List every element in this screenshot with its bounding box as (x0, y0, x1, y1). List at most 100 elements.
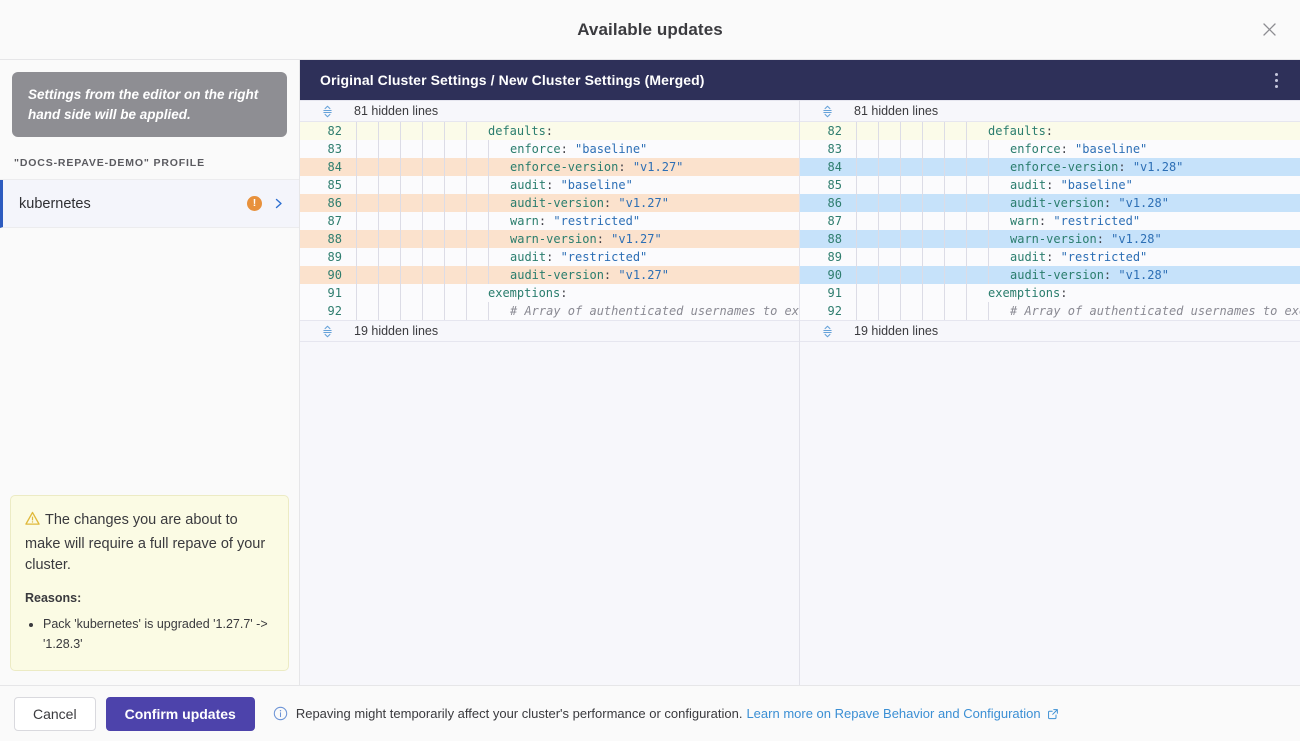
line-number: 83 (800, 140, 854, 158)
code-text: enforce-version: "v1.27" (354, 158, 799, 176)
indent-guide (856, 194, 878, 212)
indent-guide (878, 212, 900, 230)
indent-guide (466, 140, 488, 158)
indent-guide (944, 158, 966, 176)
sidebar-spacer (0, 228, 299, 485)
code-value: "v1.27" (611, 268, 669, 282)
indent-guide (856, 230, 878, 248)
indent-guide (856, 302, 878, 320)
indent-guide (878, 158, 900, 176)
indent-guide (966, 284, 988, 302)
code-line: 86audit-version: "v1.27" (300, 194, 799, 212)
indent-guide (422, 248, 444, 266)
code-punct: : (618, 160, 625, 174)
indent-guide (378, 212, 400, 230)
code-key: audit (1010, 250, 1046, 264)
indent-guide (922, 230, 944, 248)
indent-guide (988, 158, 1010, 176)
indent-guide (444, 158, 466, 176)
unfold-lines-icon (800, 105, 854, 118)
kebab-menu-icon[interactable] (1267, 67, 1286, 94)
indent-guide (378, 284, 400, 302)
line-number: 83 (300, 140, 354, 158)
indent-guide (988, 176, 1010, 194)
diff-panes: 81 hidden lines 82defaults:83enforce: "b… (300, 100, 1300, 685)
repave-warning-text: The changes you are about to make will r… (25, 512, 265, 574)
code-punct: : (1046, 124, 1053, 138)
code-value: "v1.28" (1104, 232, 1162, 246)
indent-guide (466, 284, 488, 302)
diff-viewer: Original Cluster Settings / New Cluster … (300, 60, 1300, 685)
code-text: enforce: "baseline" (354, 140, 799, 158)
indent-guide (488, 248, 510, 266)
indent-guide (378, 230, 400, 248)
indent-guide (900, 212, 922, 230)
fold-row-bottom[interactable]: 19 hidden lines (300, 320, 799, 342)
fold-label: 19 hidden lines (354, 324, 438, 338)
line-number: 92 (300, 302, 354, 320)
fold-row-top[interactable]: 81 hidden lines (300, 100, 799, 122)
indent-guide (944, 212, 966, 230)
indent-guide (400, 122, 422, 140)
confirm-updates-button[interactable]: Confirm updates (106, 697, 255, 731)
line-number: 86 (800, 194, 854, 212)
cancel-button[interactable]: Cancel (14, 697, 96, 731)
indent-guide (378, 194, 400, 212)
indent-guide (900, 194, 922, 212)
repave-warning-title-row: The changes you are about to make will r… (25, 510, 274, 577)
code-block-original[interactable]: 82defaults:83enforce: "baseline"84enforc… (300, 122, 799, 320)
indent-guide (356, 302, 378, 320)
indent-guide (856, 266, 878, 284)
indent-guide (444, 176, 466, 194)
indent-guide (856, 140, 878, 158)
indent-guide (944, 266, 966, 284)
code-line: 84enforce-version: "v1.28" (800, 158, 1300, 176)
code-line: 92# Array of authenticated usernames to … (800, 302, 1300, 320)
fold-label: 81 hidden lines (354, 104, 438, 118)
indent-guide (922, 248, 944, 266)
indent-guide (466, 302, 488, 320)
status-badge: ! (247, 196, 262, 211)
code-line: 91exemptions: (300, 284, 799, 302)
code-value: "baseline" (553, 178, 632, 192)
line-number: 84 (800, 158, 854, 176)
fold-row-bottom[interactable]: 19 hidden lines (800, 320, 1300, 342)
code-line: 83enforce: "baseline" (300, 140, 799, 158)
indent-guide (856, 212, 878, 230)
code-line: 82defaults: (800, 122, 1300, 140)
code-line: 85audit: "baseline" (300, 176, 799, 194)
diff-title: Original Cluster Settings / New Cluster … (320, 72, 1267, 88)
external-link-icon[interactable] (1047, 708, 1059, 720)
indent-guide (988, 266, 1010, 284)
sidebar-item-kubernetes[interactable]: kubernetes ! (0, 180, 299, 228)
repave-warning-panel: The changes you are about to make will r… (10, 495, 289, 671)
code-line: 89audit: "restricted" (800, 248, 1300, 266)
code-punct: : (1097, 232, 1104, 246)
indent-guide (988, 212, 1010, 230)
code-line: 85audit: "baseline" (800, 176, 1300, 194)
close-icon[interactable] (1254, 15, 1284, 45)
repave-docs-link[interactable]: Learn more on Repave Behavior and Config… (746, 706, 1040, 721)
chevron-right-icon[interactable] (272, 197, 285, 210)
line-number: 89 (800, 248, 854, 266)
indent-guide (488, 140, 510, 158)
indent-guide (900, 158, 922, 176)
indent-guide (356, 194, 378, 212)
indent-guide (944, 122, 966, 140)
code-text: # Array of authenticated usernames to ex… (854, 302, 1300, 320)
fold-row-top[interactable]: 81 hidden lines (800, 100, 1300, 122)
indent-guide (400, 230, 422, 248)
code-key: enforce-version (510, 160, 618, 174)
indent-guide (988, 140, 1010, 158)
code-block-merged[interactable]: 82defaults:83enforce: "baseline"84enforc… (800, 122, 1300, 320)
indent-guide (488, 194, 510, 212)
code-text: audit: "baseline" (354, 176, 799, 194)
indent-guide (878, 140, 900, 158)
indent-guide (400, 158, 422, 176)
indent-guide (944, 194, 966, 212)
line-number: 90 (800, 266, 854, 284)
indent-guide (988, 302, 1010, 320)
indent-guide (488, 158, 510, 176)
code-key: enforce (510, 142, 561, 156)
indent-guide (900, 284, 922, 302)
